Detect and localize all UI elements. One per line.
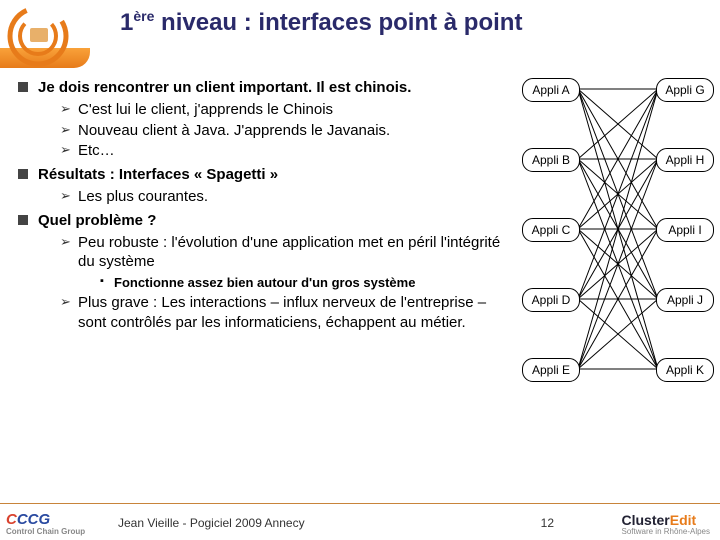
node-right-1: Appli H [656, 148, 714, 172]
bullet-2-sub-1: Les plus courantes. [60, 187, 518, 207]
footer-logo-ccg: CCCG Control Chain Group [6, 511, 85, 536]
bullet-2: Résultats : Interfaces « Spagetti » Les … [18, 165, 518, 207]
footer-logo-clusteredit: ClusterEdit Software in Rhône-Alpes [622, 512, 711, 536]
footer-page-number: 12 [541, 516, 554, 530]
node-left-3: Appli D [522, 288, 580, 312]
bullet-3: Quel problème ? Peu robuste : l'évolutio… [18, 211, 518, 333]
diagram-lines [522, 78, 714, 448]
node-left-0: Appli A [522, 78, 580, 102]
bullet-1-sub-2: Nouveau client à Java. J'apprends le Jav… [60, 121, 518, 141]
content-body: Je dois rencontrer un client important. … [18, 78, 518, 337]
bullet-1: Je dois rencontrer un client important. … [18, 78, 518, 161]
node-left-2: Appli C [522, 218, 580, 242]
node-right-0: Appli G [656, 78, 714, 102]
bullet-3-sub-1-sq: Fonctionne assez bien autour d'un gros s… [100, 274, 518, 291]
spaghetti-diagram: Appli A Appli B Appli C Appli D Appli E … [522, 78, 714, 448]
bullet-1-sub-1: C'est lui le client, j'apprends le Chino… [60, 100, 518, 120]
page-title: 1ère niveau : interfaces point à point [120, 8, 522, 37]
node-right-2: Appli I [656, 218, 714, 242]
node-right-4: Appli K [656, 358, 714, 382]
node-left-4: Appli E [522, 358, 580, 382]
footer: CCCG Control Chain Group Jean Vieille - … [0, 503, 720, 540]
bullet-3-sub-2: Plus grave : Les interactions – influx n… [60, 293, 518, 333]
footer-author: Jean Vieille - Pogiciel 2009 Annecy [118, 516, 305, 530]
node-right-3: Appli J [656, 288, 714, 312]
bullet-3-sub-1: Peu robuste : l'évolution d'une applicat… [60, 233, 518, 292]
bullet-1-sub-3: Etc… [60, 141, 518, 161]
node-left-1: Appli B [522, 148, 580, 172]
logo-swirl-icon [6, 4, 70, 68]
